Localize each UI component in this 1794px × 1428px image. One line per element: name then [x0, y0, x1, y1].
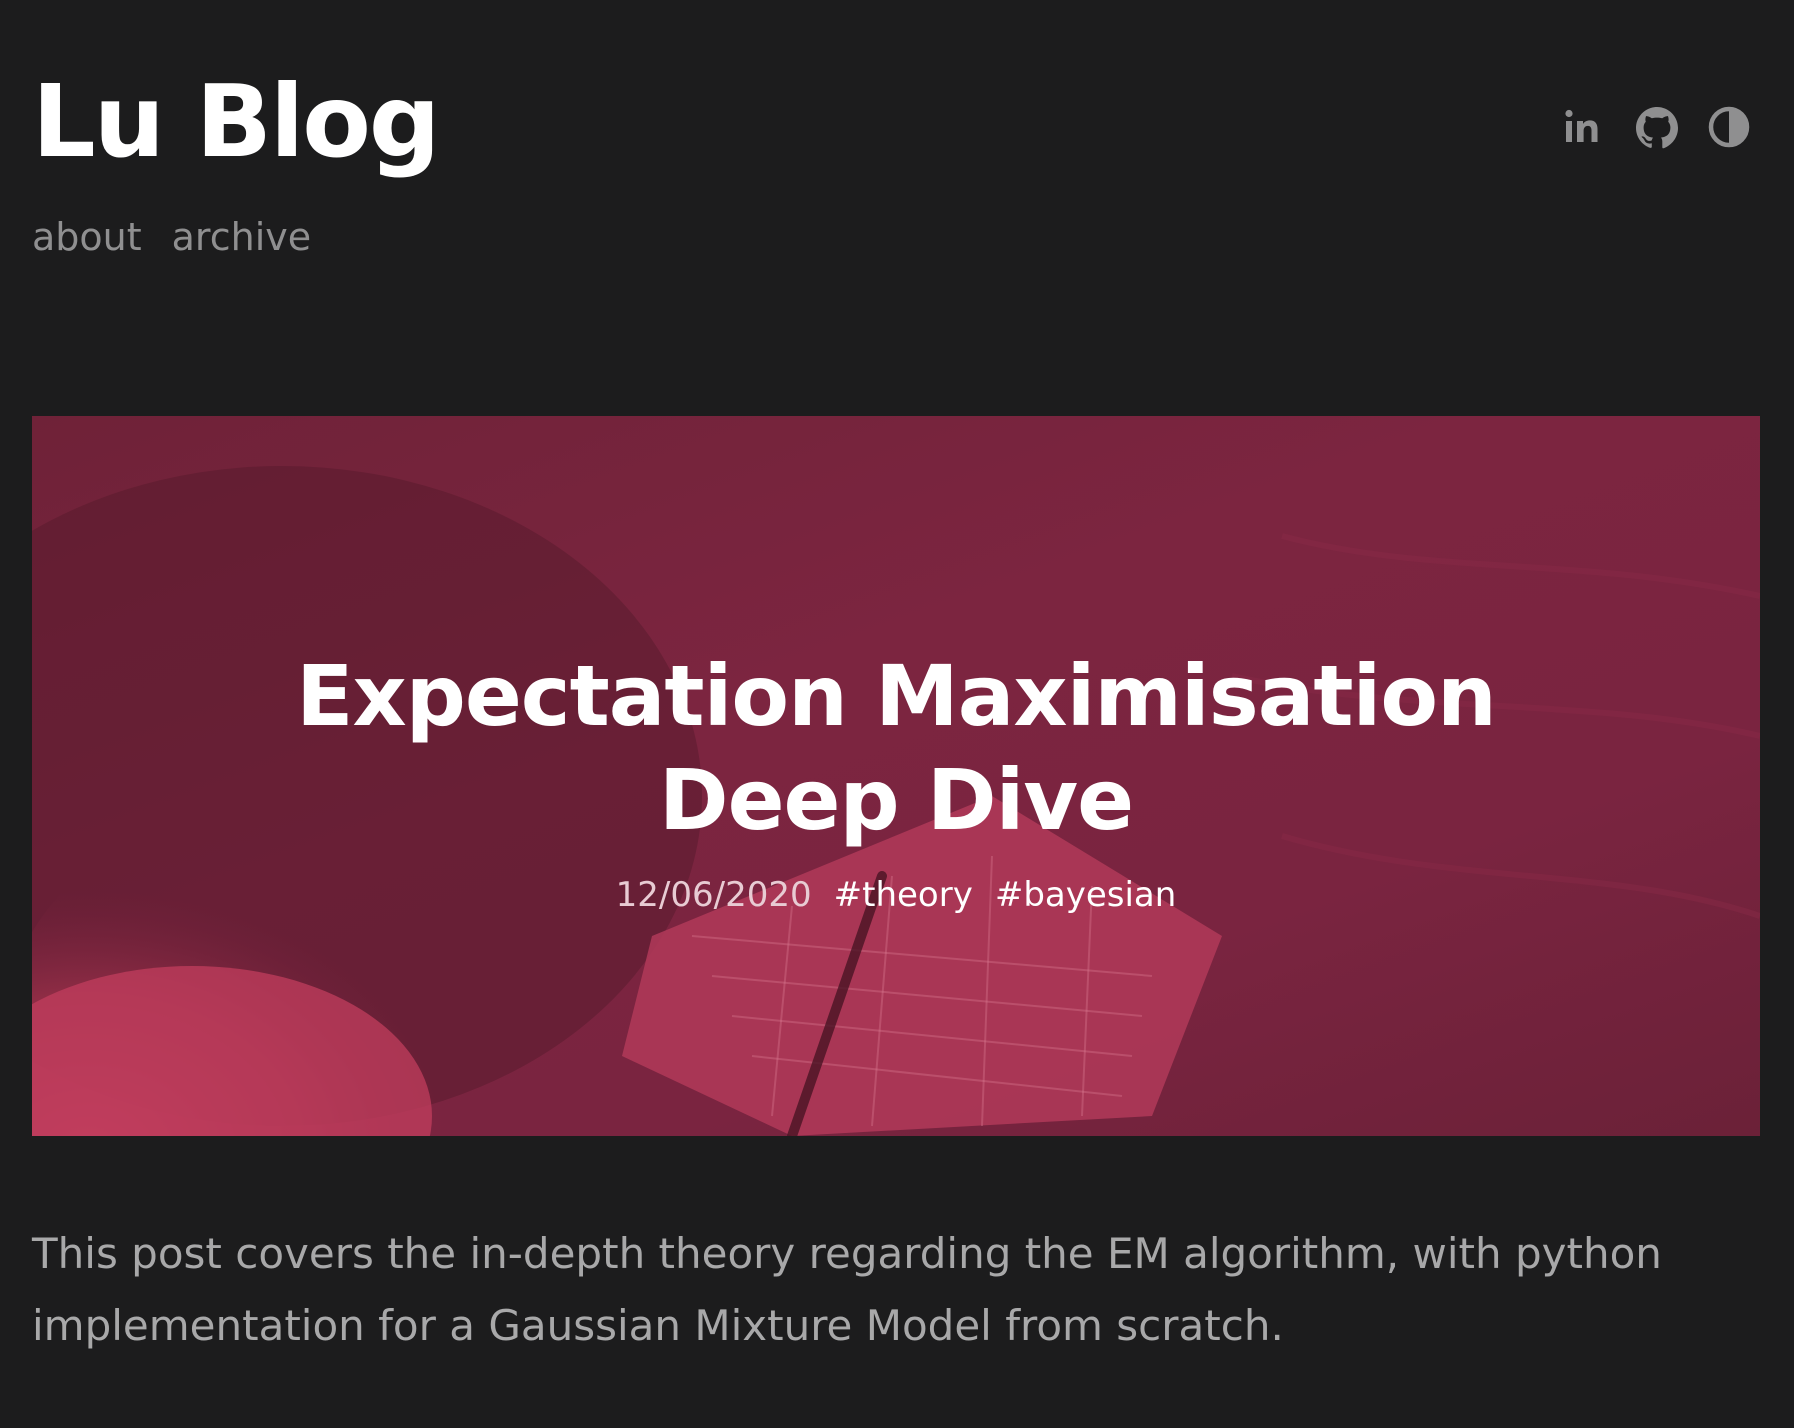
site-title[interactable]: Lu Blog [32, 72, 441, 172]
linkedin-icon[interactable] [1562, 104, 1608, 150]
github-icon[interactable] [1634, 104, 1680, 150]
post-meta: 12/06/2020 #theory #bayesian [32, 878, 1760, 912]
post-title[interactable]: Expectation Maximisation Deep Dive [196, 644, 1596, 852]
tag-theory[interactable]: #theory [834, 878, 973, 912]
theme-toggle-icon[interactable] [1706, 104, 1752, 150]
main-nav: about archive [32, 218, 311, 256]
post-date: 12/06/2020 [615, 875, 812, 915]
hero-content: Expectation Maximisation Deep Dive 12/06… [32, 644, 1760, 912]
post-excerpt: This post covers the in-depth theory reg… [32, 1229, 1662, 1350]
social-links [1562, 104, 1752, 150]
nav-link-about[interactable]: about [32, 218, 142, 256]
nav-link-archive[interactable]: archive [172, 218, 311, 256]
tag-bayesian[interactable]: #bayesian [995, 878, 1177, 912]
hero-banner[interactable]: Expectation Maximisation Deep Dive 12/06… [32, 416, 1760, 1136]
